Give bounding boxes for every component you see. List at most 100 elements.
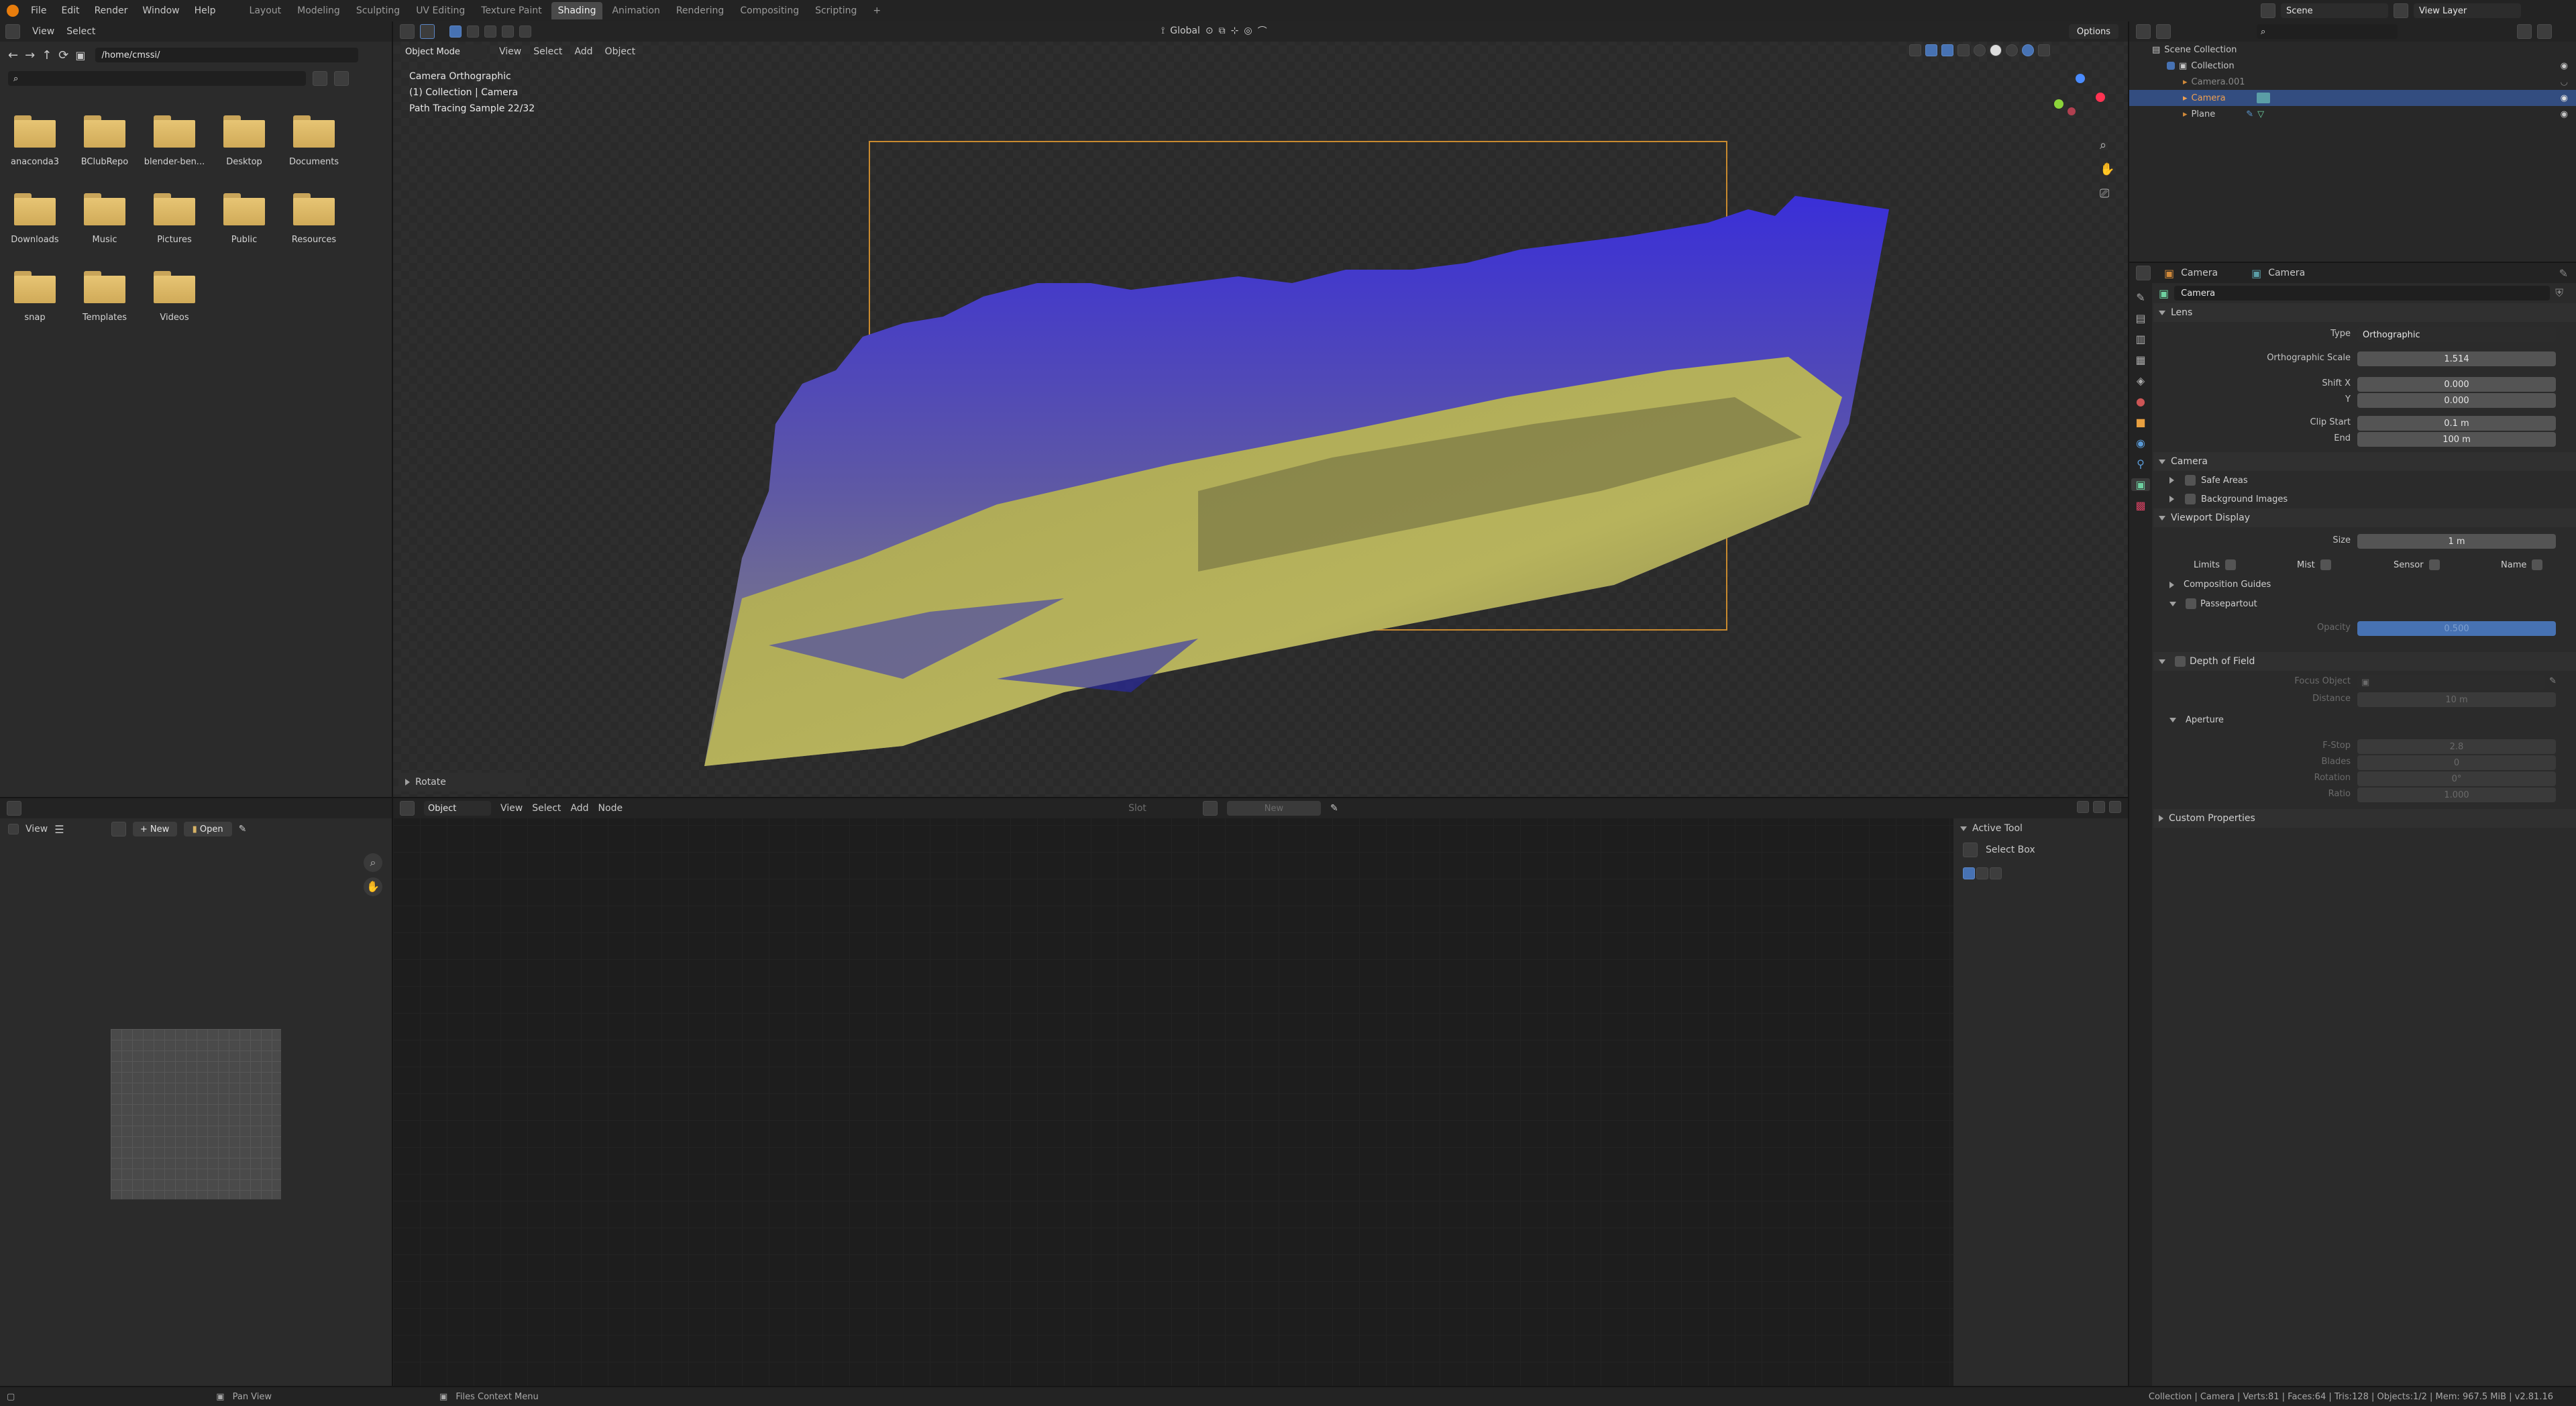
node-options-icon[interactable] (2109, 801, 2121, 813)
open-image-button[interactable]: ▮ Open (183, 822, 232, 836)
background-images-subpanel[interactable]: Background Images (2153, 490, 2576, 508)
clip-end-field[interactable]: 100 m (2357, 432, 2556, 447)
background-images-checkbox[interactable] (2185, 494, 2196, 504)
directory-path-field[interactable]: /home/cmssi/ (95, 48, 358, 62)
menu-help[interactable]: Help (195, 5, 216, 16)
editor-type-icon[interactable] (2136, 266, 2151, 280)
menu-file[interactable]: File (31, 5, 46, 16)
workspace-tab-animation[interactable]: Animation (605, 2, 666, 19)
workspace-tab-modeling[interactable]: Modeling (290, 2, 347, 19)
backdrop-icon[interactable] (2093, 801, 2105, 813)
constraints-tab-icon[interactable]: ⚲ (2137, 457, 2145, 470)
3d-viewport[interactable]: ⟟ Global ⊙ ⧉ ⊹ ◎ ⌒ Options Object Mode V… (393, 21, 2128, 797)
world-tab-icon[interactable]: ● (2136, 395, 2145, 408)
viewport-display-panel-header[interactable]: Viewport Display (2153, 508, 2576, 527)
output-tab-icon[interactable]: ▥ (2135, 333, 2145, 345)
folder-item[interactable]: Pictures (142, 193, 207, 245)
mode-new-icon[interactable] (1963, 867, 1975, 879)
ortho-scale-field[interactable]: 1.514 (2357, 352, 2556, 366)
tool-tab-icon[interactable]: ✎ (2136, 291, 2145, 304)
clip-start-field[interactable]: 0.1 m (2357, 416, 2556, 431)
hamburger-menu-icon[interactable]: ☰ (54, 823, 64, 836)
outliner-search-input[interactable]: ⌕ (2257, 24, 2398, 39)
dof-checkbox[interactable] (2175, 656, 2186, 667)
eye-icon[interactable]: ◉ (2561, 61, 2568, 71)
outliner-row[interactable]: ▣ Collection ◉ (2129, 58, 2576, 74)
folder-item[interactable]: Desktop (212, 115, 276, 167)
add-workspace-button[interactable]: + (866, 2, 888, 19)
new-material-button[interactable]: New (1226, 801, 1321, 816)
eye-icon[interactable]: ◉ (2561, 109, 2568, 119)
pin-icon[interactable]: ✎ (1330, 803, 1338, 814)
scene-tab-icon[interactable]: ◈ (2137, 374, 2145, 387)
fake-user-icon[interactable]: ⛨ (2555, 286, 2563, 300)
node-menu-node[interactable]: Node (598, 803, 623, 814)
name-checkbox[interactable] (2532, 559, 2543, 570)
view-layer-tab-icon[interactable]: ▦ (2135, 354, 2145, 366)
depth-of-field-panel-header[interactable]: Depth of Field (2153, 652, 2576, 671)
uv-grid-canvas[interactable] (111, 1029, 281, 1199)
filebrowser-menu-select[interactable]: Select (66, 26, 95, 37)
camera-view-icon[interactable]: ⎚ (2100, 186, 2109, 201)
collapse-icon[interactable] (1960, 826, 1967, 831)
snap-icon[interactable] (2077, 801, 2089, 813)
new-image-button[interactable]: + New (132, 822, 177, 836)
mode-extend-icon[interactable] (1976, 867, 1988, 879)
material-browse-icon[interactable] (1202, 801, 1218, 816)
physics-tab-icon[interactable]: ◉ (2136, 437, 2145, 449)
passepartout-opacity-slider[interactable]: 0.500 (2357, 621, 2556, 636)
folder-item[interactable]: Videos (142, 271, 207, 323)
object-tab-icon[interactable]: ■ (2135, 416, 2145, 429)
aperture-subpanel[interactable]: Aperture (2169, 715, 2224, 725)
shader-type-selector[interactable]: Object (424, 801, 491, 816)
lens-panel-header[interactable]: Lens (2153, 303, 2576, 322)
parent-directory-icon[interactable]: ↑ (42, 48, 52, 62)
camera-panel-header[interactable]: Camera (2153, 452, 2576, 471)
image-browse-icon[interactable] (111, 822, 126, 836)
folder-item[interactable]: Resources (282, 193, 346, 245)
outliner-row[interactable]: ▤ Scene Collection (2129, 42, 2576, 58)
display-size-field[interactable]: 1 m (2357, 534, 2556, 549)
pan-hand-icon[interactable]: ✋ (364, 877, 382, 896)
shader-node-editor[interactable]: Object View Select Add Node Slot New ✎ A… (393, 798, 2128, 1386)
display-mode-icon[interactable] (2156, 24, 2171, 39)
eyedropper-icon[interactable]: ✎ (2549, 676, 2557, 686)
lens-type-dropdown[interactable]: Orthographic (2357, 327, 2556, 342)
editor-type-icon[interactable] (2136, 24, 2151, 39)
editor-type-icon[interactable] (400, 801, 415, 816)
node-menu-add[interactable]: Add (570, 803, 588, 814)
outliner-row[interactable]: ▸ Camera.001 ◡ (2129, 74, 2576, 90)
last-operator-panel[interactable]: Rotate (398, 773, 526, 792)
composition-guides-subpanel[interactable]: Composition Guides (2169, 580, 2271, 590)
filter-icon[interactable] (334, 71, 349, 86)
filebrowser-menu-view[interactable]: View (32, 26, 54, 37)
scene-selector[interactable]: Scene (2281, 3, 2388, 18)
blender-logo-icon[interactable] (7, 5, 19, 17)
eye-icon[interactable]: ◉ (2561, 93, 2568, 103)
zoom-icon[interactable]: ⌕ (2100, 138, 2106, 152)
safe-areas-checkbox[interactable] (2185, 475, 2196, 486)
pin-icon[interactable]: ✎ (2559, 267, 2568, 280)
workspace-tab-texture-paint[interactable]: Texture Paint (474, 2, 548, 19)
camera-datablock-field[interactable]: Camera (2174, 286, 2551, 301)
folder-item[interactable]: blender-ben... (142, 115, 207, 167)
material-slot-dropdown[interactable]: Slot (1128, 803, 1146, 814)
pan-hand-icon[interactable]: ✋ (2100, 162, 2114, 176)
workspace-tab-shading[interactable]: Shading (551, 2, 603, 19)
menu-edit[interactable]: Edit (61, 5, 79, 16)
texture-tab-icon[interactable]: ▩ (2135, 499, 2145, 512)
navigation-gizmo[interactable] (2051, 74, 2108, 130)
mode-subtract-icon[interactable] (1990, 867, 2002, 879)
workspace-tab-sculpting[interactable]: Sculpting (350, 2, 407, 19)
axis-z-icon[interactable] (2054, 99, 2063, 109)
folder-item[interactable]: Documents (282, 115, 346, 167)
node-menu-view[interactable]: View (500, 803, 523, 814)
sensor-checkbox[interactable] (2428, 559, 2440, 570)
back-arrow-icon[interactable]: ← (8, 48, 18, 62)
rotation-field[interactable]: 0° (2357, 771, 2556, 786)
node-menu-select[interactable]: Select (532, 803, 561, 814)
workspace-tab-scripting[interactable]: Scripting (808, 2, 863, 19)
axis-x-icon[interactable] (2096, 93, 2105, 102)
eye-closed-icon[interactable]: ◡ (2561, 77, 2568, 87)
select-box-icon[interactable] (1963, 843, 1978, 857)
